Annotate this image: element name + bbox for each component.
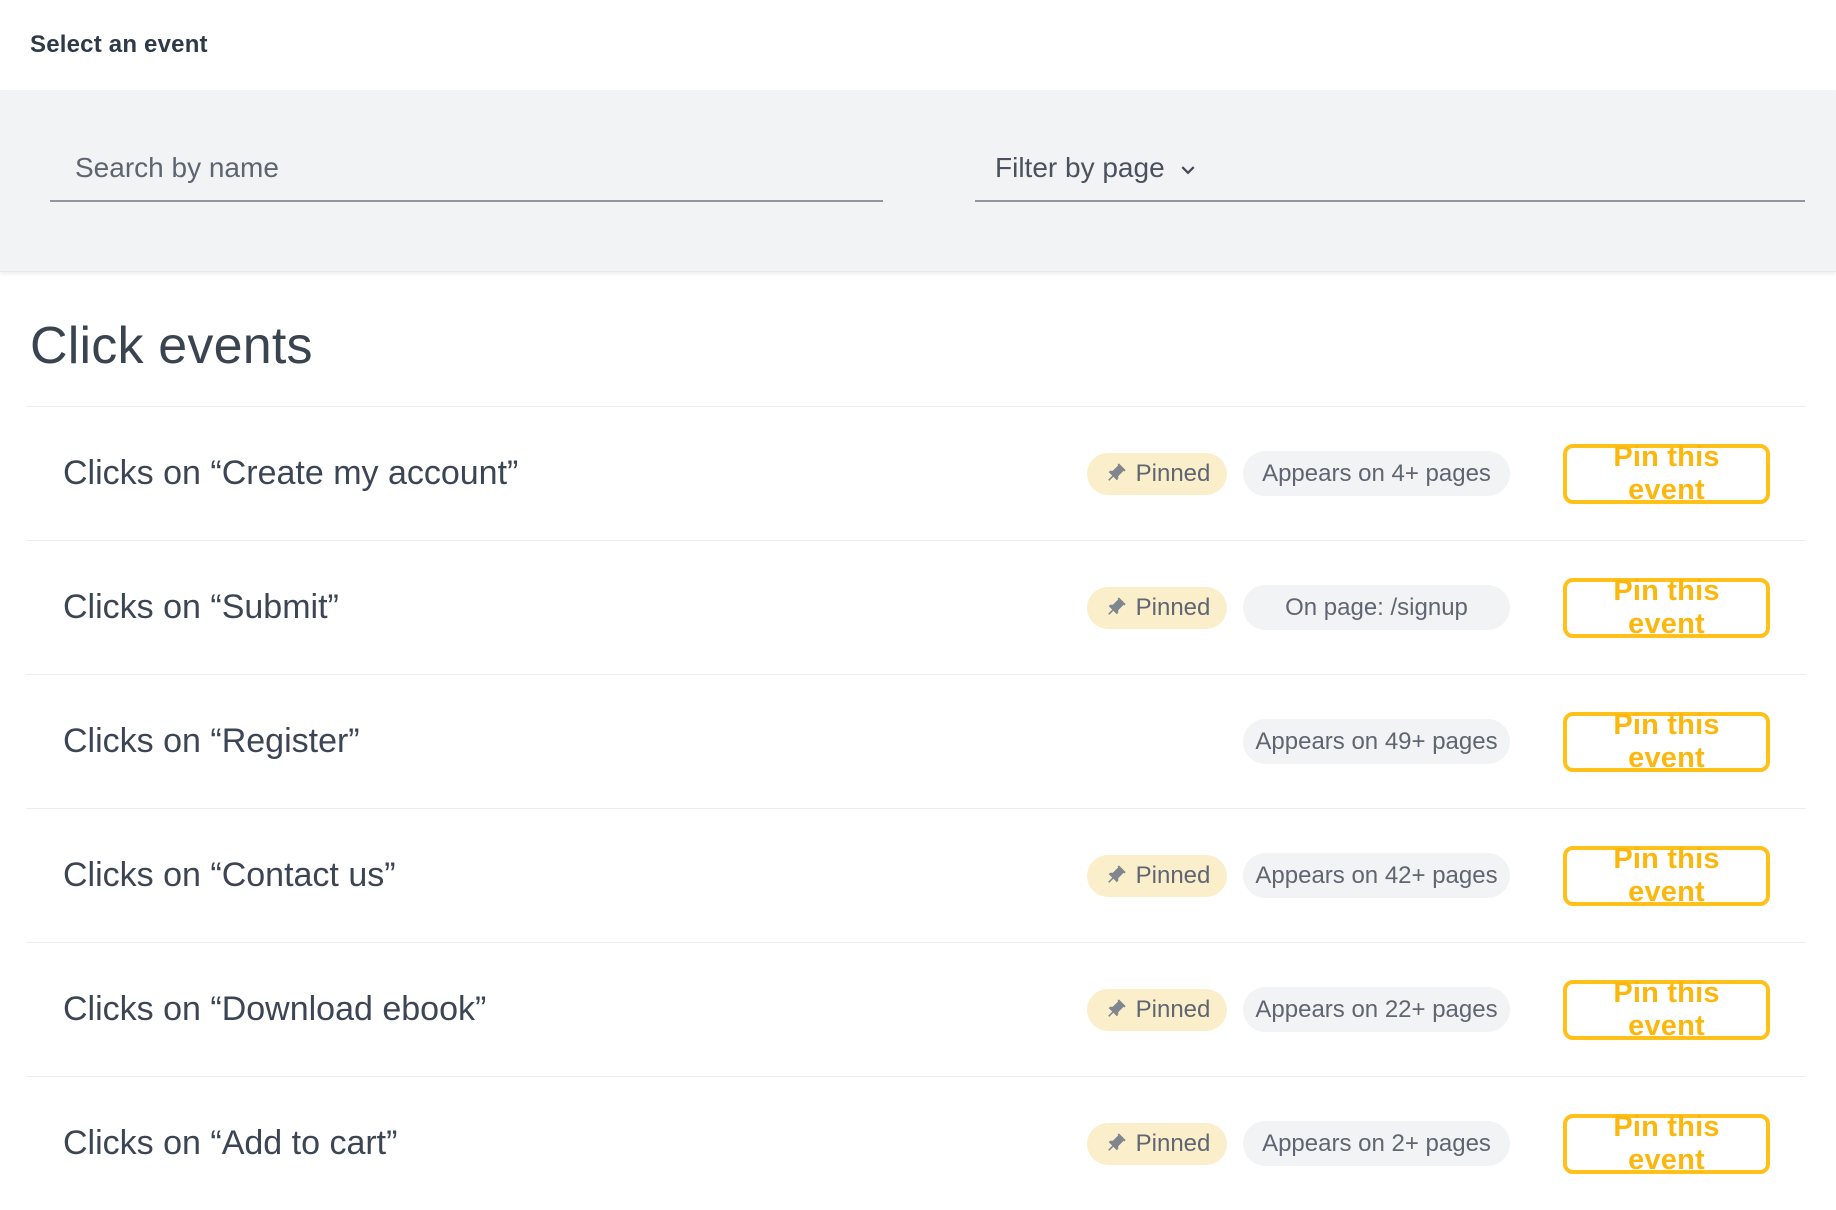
pinned-badge: Pinned: [1087, 855, 1227, 897]
event-row: Clicks on “Register” Pinned Appears on 4…: [26, 674, 1806, 808]
page-title: Select an event: [30, 31, 208, 59]
search-field[interactable]: [50, 142, 883, 202]
pinned-badge-slot: Pinned: [1087, 989, 1227, 1031]
pin-this-event-button[interactable]: Pin this event: [1563, 444, 1770, 504]
filter-bar: Filter by page: [0, 90, 1836, 272]
pinned-badge-slot: Pinned: [1087, 453, 1227, 495]
select-event-panel: Select an event Filter by page Click eve…: [0, 0, 1836, 1206]
pin-this-event-button[interactable]: Pin this event: [1563, 846, 1770, 906]
pushpin-icon: [1099, 1127, 1132, 1160]
pinned-badge-slot: Pinned: [1087, 587, 1227, 629]
pinned-badge: Pinned: [1087, 453, 1227, 495]
event-name: Clicks on “Add to cart”: [26, 1124, 1087, 1163]
pushpin-icon: [1099, 859, 1132, 892]
event-row: Clicks on “Add to cart” Pinned Appears o…: [26, 1076, 1806, 1210]
panel-header: Select an event: [0, 0, 1836, 90]
filter-by-page-dropdown[interactable]: Filter by page: [975, 142, 1805, 202]
pinned-badge-label: Pinned: [1136, 594, 1211, 622]
event-row: Clicks on “Contact us” Pinned Appears on…: [26, 808, 1806, 942]
pushpin-icon: [1099, 457, 1132, 490]
event-row: Clicks on “Download ebook” Pinned Appear…: [26, 942, 1806, 1076]
pinned-badge-slot: Pinned: [1087, 721, 1227, 763]
pinned-badge-label: Pinned: [1136, 996, 1211, 1024]
pushpin-icon: [1099, 993, 1132, 1026]
page-info-pill: Appears on 42+ pages: [1243, 853, 1510, 898]
page-info-pill: On page: /signup: [1243, 585, 1510, 630]
page-info-pill: Appears on 22+ pages: [1243, 987, 1510, 1032]
pinned-badge-slot: Pinned: [1087, 855, 1227, 897]
page-info-pill: Appears on 49+ pages: [1243, 719, 1510, 764]
chevron-down-icon: [1175, 157, 1201, 183]
pin-this-event-button[interactable]: Pin this event: [1563, 1114, 1770, 1174]
page-info-pill: Appears on 4+ pages: [1243, 451, 1510, 496]
pinned-badge: Pinned: [1087, 1123, 1227, 1165]
filter-dropdown-label: Filter by page: [995, 152, 1165, 184]
pin-this-event-button[interactable]: Pin this event: [1563, 980, 1770, 1040]
event-name: Clicks on “Create my account”: [26, 454, 1087, 493]
pinned-badge-label: Pinned: [1136, 862, 1211, 890]
event-name: Clicks on “Register”: [26, 722, 1087, 761]
event-row: Clicks on “Submit” Pinned On page: /sign…: [26, 540, 1806, 674]
pin-this-event-button[interactable]: Pin this event: [1563, 712, 1770, 772]
search-input[interactable]: [50, 152, 883, 190]
pin-this-event-button[interactable]: Pin this event: [1563, 578, 1770, 638]
pinned-badge: Pinned: [1087, 587, 1227, 629]
event-name: Clicks on “Contact us”: [26, 856, 1087, 895]
section-heading: Click events: [30, 318, 1836, 374]
event-row: Clicks on “Create my account” Pinned App…: [26, 406, 1806, 540]
pushpin-icon: [1099, 591, 1132, 624]
event-name: Clicks on “Download ebook”: [26, 990, 1087, 1029]
pinned-badge-slot: Pinned: [1087, 1123, 1227, 1165]
pinned-badge: Pinned: [1087, 989, 1227, 1031]
page-info-pill: Appears on 2+ pages: [1243, 1121, 1510, 1166]
pinned-badge-label: Pinned: [1136, 1130, 1211, 1158]
pinned-badge-label: Pinned: [1136, 460, 1211, 488]
event-name: Clicks on “Submit”: [26, 588, 1087, 627]
event-list: Clicks on “Create my account” Pinned App…: [0, 406, 1836, 1210]
